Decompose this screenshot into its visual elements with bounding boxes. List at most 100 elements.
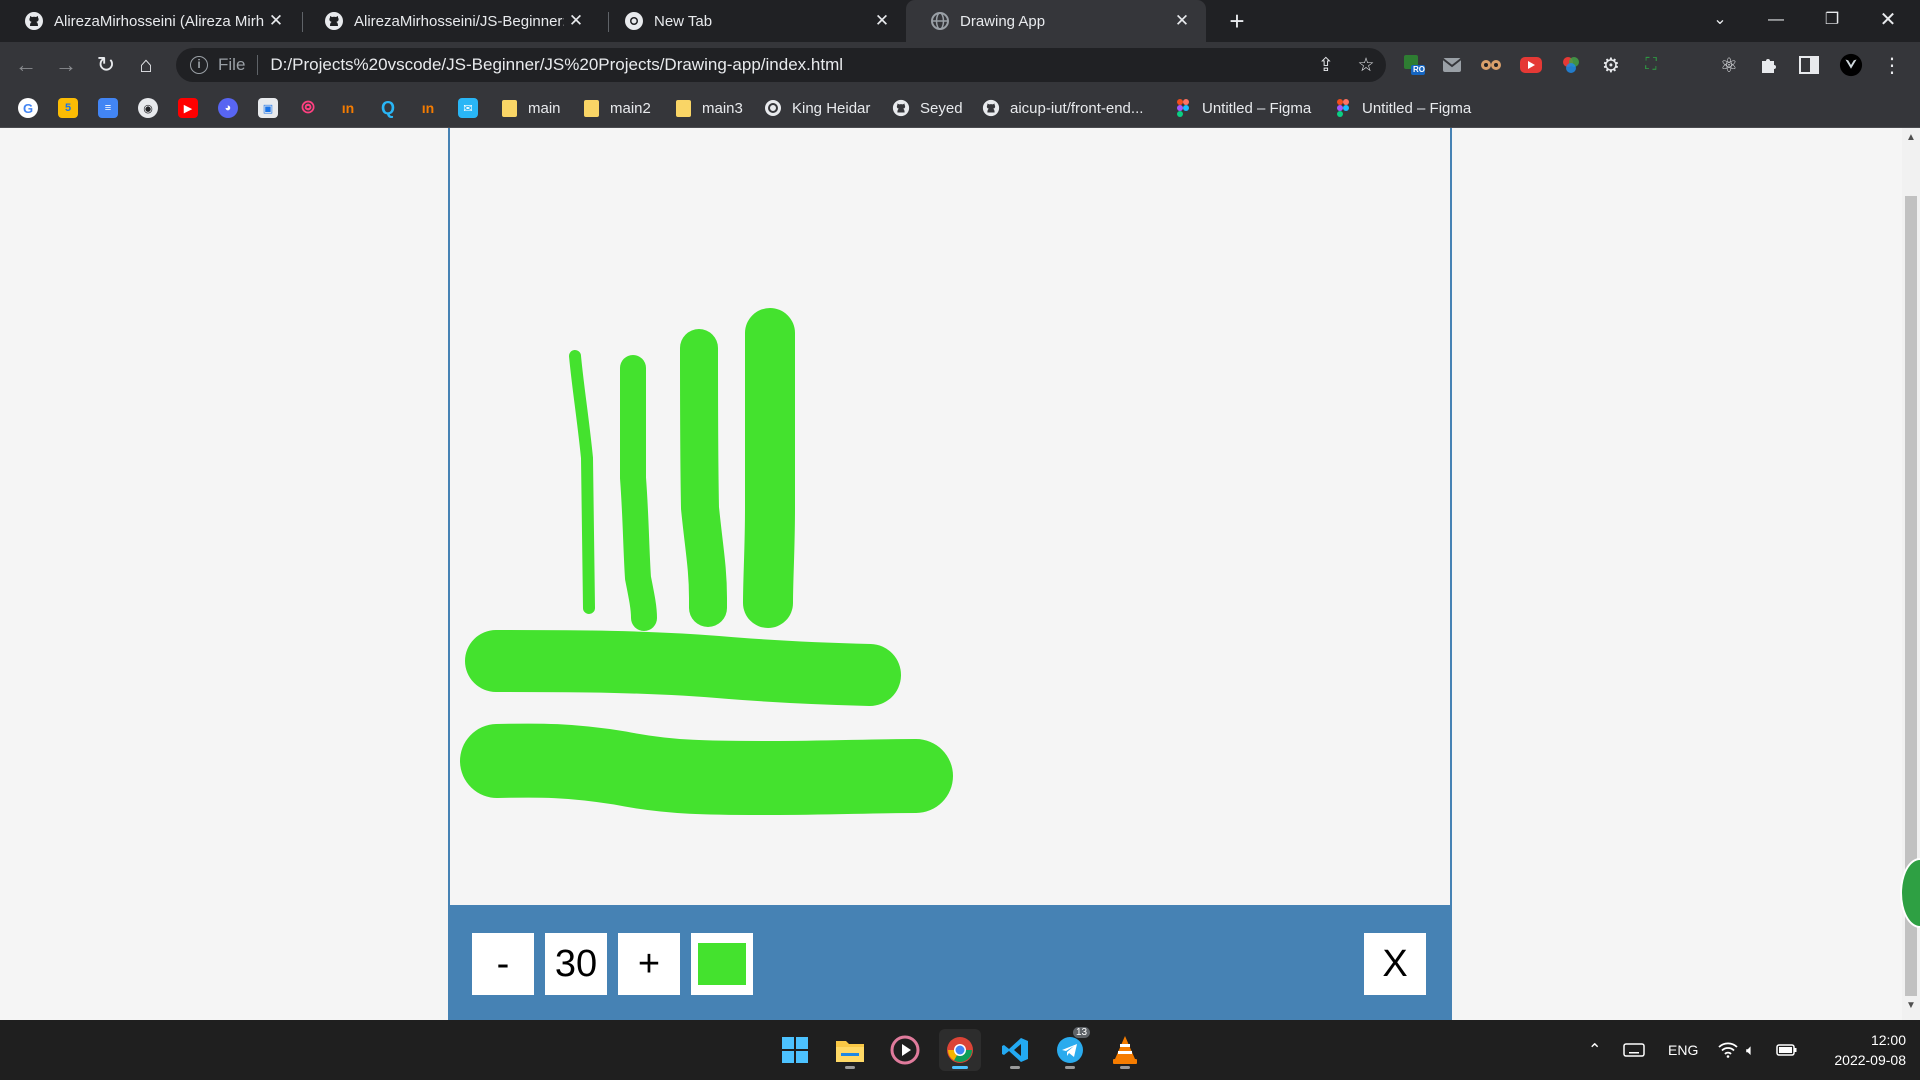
bookmark-seyed[interactable]: Seyed — [892, 88, 963, 128]
drawing-canvas[interactable] — [448, 128, 1452, 905]
in-site-icon-2[interactable]: ın — [418, 98, 438, 118]
battery-icon[interactable] — [1776, 1020, 1798, 1080]
close-icon[interactable]: ✕ — [264, 11, 288, 31]
q-site-icon[interactable]: Q — [378, 98, 398, 118]
windows-taskbar: 13 ⌃ ENG 🔈︎ 12:00 2022-09-08 — [0, 1020, 1920, 1080]
docs-icon[interactable]: ≡ — [98, 98, 118, 118]
mail-icon[interactable] — [1440, 53, 1464, 77]
vlc-icon[interactable] — [1104, 1029, 1146, 1071]
increase-size-button[interactable]: + — [618, 933, 680, 995]
chrome-icon — [624, 11, 644, 31]
media-player-icon[interactable] — [884, 1029, 926, 1071]
pwa-icon[interactable]: ▣ — [258, 98, 278, 118]
page-viewport: - 30 + X — [0, 128, 1902, 1020]
restore-button[interactable]: ❐ — [1804, 0, 1860, 42]
menu-kebab-icon[interactable]: ⋮ — [1880, 53, 1904, 77]
mail-site-icon[interactable]: ✉ — [458, 98, 478, 118]
globe-icon — [930, 11, 950, 31]
discord-icon[interactable]: ◕ — [218, 98, 238, 118]
gear-icon[interactable]: ⚙ — [1599, 53, 1623, 77]
bookmark-main[interactable]: main — [500, 88, 561, 128]
file-explorer-icon[interactable] — [829, 1029, 871, 1071]
close-icon[interactable]: ✕ — [1170, 11, 1194, 31]
folder-icon — [582, 99, 600, 117]
windows-start-icon[interactable] — [774, 1029, 816, 1071]
share-icon[interactable]: ⇪ — [1306, 54, 1346, 77]
chrome-taskbar-icon[interactable] — [939, 1029, 981, 1071]
decrease-size-button[interactable]: - — [472, 933, 534, 995]
keyboard-icon[interactable] — [1623, 1020, 1645, 1080]
canvas-strokes — [460, 308, 953, 815]
github-icon[interactable]: ◉ — [138, 98, 158, 118]
screenshot-icon[interactable]: ⛶ — [1639, 53, 1663, 77]
tab-drawing-app[interactable]: Drawing App ✕ — [906, 0, 1206, 42]
star-icon[interactable]: ☆ — [1346, 54, 1386, 77]
tab-title: Drawing App — [960, 12, 1046, 30]
owl-icon[interactable] — [1479, 53, 1503, 77]
extension-badge: RO — [1413, 65, 1425, 74]
bookmark-main2[interactable]: main2 — [582, 88, 651, 128]
youtube-ext-icon[interactable] — [1519, 53, 1543, 77]
vscode-icon[interactable] — [994, 1029, 1036, 1071]
new-tab-button[interactable]: + — [1220, 4, 1254, 38]
address-bar[interactable]: i File D:/Projects%20vscode/JS-Beginner/… — [176, 48, 1386, 82]
calendar-icon[interactable]: 5 — [58, 98, 78, 118]
clear-canvas-button[interactable]: X — [1364, 933, 1426, 995]
bookmark-label: aicup-iut/front-end... — [1010, 99, 1144, 117]
bookmark-king-heidar[interactable]: King Heidar — [764, 88, 870, 128]
close-icon[interactable]: ✕ — [870, 11, 894, 31]
bookmark-label: Untitled – Figma — [1362, 99, 1472, 117]
stroke-6 — [460, 723, 953, 815]
tab-title: AlirezaMirhosseini/JS-Beginner: s — [354, 12, 564, 30]
browser-toolbar: ← → ↻ ⌂ i File D:/Projects%20vscode/JS-B… — [0, 42, 1920, 88]
language-indicator[interactable]: ENG — [1668, 1020, 1698, 1080]
react-icon[interactable]: ⚛ — [1717, 53, 1741, 77]
site-icon — [764, 99, 782, 117]
system-clock[interactable]: 12:00 2022-09-08 — [1806, 1030, 1906, 1070]
bookmark-label: main2 — [610, 99, 651, 117]
telegram-icon[interactable]: 13 — [1049, 1027, 1091, 1071]
github-icon — [982, 99, 1000, 117]
profile-avatar[interactable] — [1839, 53, 1863, 77]
tab-new-tab[interactable]: New Tab ✕ — [600, 0, 906, 42]
volume-icon[interactable]: 🔈︎ — [1746, 1020, 1755, 1080]
minimize-button[interactable]: — — [1748, 0, 1804, 42]
scroll-up-arrow-icon[interactable]: ▲ — [1902, 132, 1920, 148]
clock-time: 12:00 — [1870, 1032, 1906, 1048]
figma-icon — [1334, 99, 1352, 117]
scroll-down-arrow-icon[interactable]: ▼ — [1902, 1000, 1920, 1016]
bookmark-main3[interactable]: main3 — [674, 88, 743, 128]
stroke-3 — [680, 329, 727, 627]
color-swatch — [698, 943, 746, 985]
bookmark-figma-1[interactable]: Untitled – Figma — [1174, 88, 1311, 128]
folder-icon — [500, 99, 518, 117]
active-indicator — [952, 1066, 968, 1069]
back-button[interactable]: ← — [10, 49, 42, 81]
extension-ro-icon[interactable]: RO — [1402, 53, 1426, 77]
forward-button[interactable]: → — [50, 49, 82, 81]
wifi-icon[interactable] — [1718, 1020, 1738, 1080]
close-window-button[interactable]: ✕ — [1860, 0, 1916, 42]
info-icon[interactable]: i — [190, 56, 208, 74]
bookmark-figma-2[interactable]: Untitled – Figma — [1334, 88, 1471, 128]
close-icon[interactable]: ✕ — [564, 11, 588, 31]
extensions-puzzle-icon[interactable] — [1757, 53, 1781, 77]
reload-button[interactable]: ↻ — [90, 49, 122, 81]
tray-overflow-chevron-icon[interactable]: ⌃ — [1588, 1020, 1601, 1080]
bookmark-label: Seyed — [920, 99, 963, 117]
tab-github-profile[interactable]: AlirezaMirhosseini (Alireza Mirho ✕ — [0, 0, 300, 42]
bookmark-aicup[interactable]: aicup-iut/front-end... — [982, 88, 1143, 128]
youtube-icon[interactable]: ▶ — [178, 98, 198, 118]
scheme-label: File — [218, 55, 246, 74]
color-picker-input[interactable] — [691, 933, 753, 995]
color-picker-icon[interactable] — [1559, 53, 1583, 77]
fingerprint-icon[interactable]: ⦾ — [298, 98, 318, 118]
google-icon[interactable]: G — [18, 98, 38, 118]
side-panel-icon[interactable] — [1797, 53, 1821, 77]
tab-search-icon[interactable]: ⌄ — [1692, 0, 1748, 42]
url-text[interactable]: D:/Projects%20vscode/JS-Beginner/JS%20Pr… — [270, 55, 1306, 75]
tab-github-repo[interactable]: AlirezaMirhosseini/JS-Beginner: s ✕ — [300, 0, 600, 42]
home-button[interactable]: ⌂ — [130, 49, 162, 81]
stroke-1 — [569, 350, 595, 614]
in-site-icon[interactable]: ın — [338, 98, 358, 118]
